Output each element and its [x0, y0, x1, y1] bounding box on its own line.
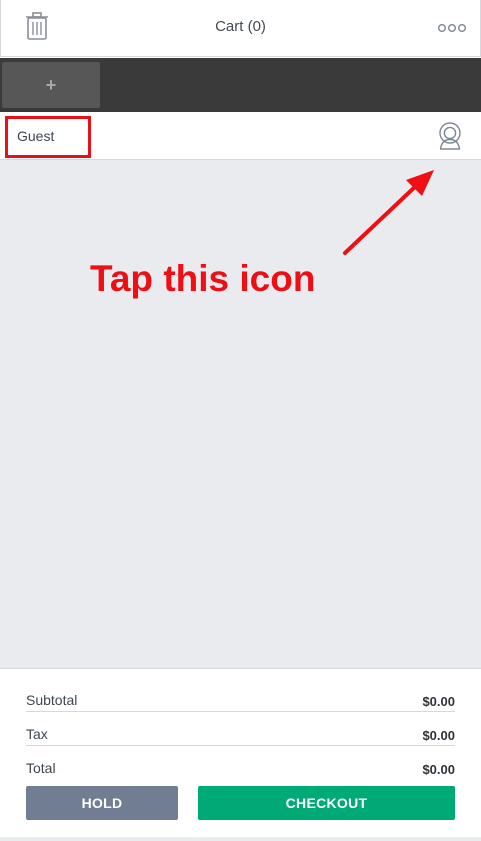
checkout-button[interactable]: CHECKOUT	[198, 786, 455, 820]
add-tab-button[interactable]: +	[2, 62, 100, 108]
person-icon[interactable]	[437, 122, 463, 150]
totals-panel: Subtotal $0.00 Tax $0.00 Total $0.00 HOL…	[0, 668, 481, 841]
tax-value: $0.00	[422, 728, 455, 743]
total-value: $0.00	[422, 762, 455, 777]
subtotal-value: $0.00	[422, 694, 455, 709]
cart-tab-bar: +	[0, 58, 481, 112]
tax-label: Tax	[26, 726, 48, 742]
cart-screen: Cart (0) + Guest Tap this icon Subtotal …	[0, 0, 481, 841]
customer-row[interactable]: Guest	[0, 112, 481, 160]
total-row: Total $0.00	[26, 746, 455, 779]
cart-header: Cart (0)	[0, 0, 481, 57]
cart-title: Cart (0)	[215, 18, 266, 35]
subtotal-label: Subtotal	[26, 692, 78, 708]
tax-row: Tax $0.00	[26, 712, 455, 746]
customer-name: Guest	[17, 128, 55, 144]
instruction-text: Tap this icon	[90, 258, 316, 299]
bottom-edge	[0, 837, 481, 841]
red-arrow-icon	[330, 160, 440, 260]
hold-button[interactable]: HOLD	[26, 786, 178, 820]
subtotal-row: Subtotal $0.00	[26, 678, 455, 712]
more-icon[interactable]	[438, 21, 467, 35]
total-label: Total	[26, 760, 56, 776]
